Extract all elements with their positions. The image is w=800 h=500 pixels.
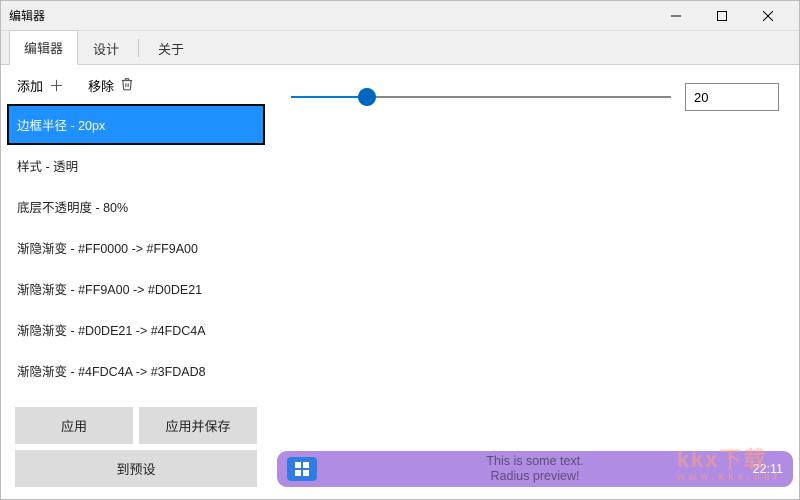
preview-clock: 22:11 xyxy=(753,462,783,476)
add-button[interactable]: 添加 ＋ xyxy=(17,75,64,96)
main-panel: 20 This is some text. Radius preview! 22… xyxy=(271,65,799,499)
list-item[interactable]: 渐隐渐变 - #3FDAD8 -> #2FC9E2 xyxy=(7,391,265,401)
property-list[interactable]: 边框半径 - 20px 样式 - 透明 底层不透明度 - 80% 渐隐渐变 - … xyxy=(7,104,265,401)
window-controls xyxy=(653,1,791,31)
preview-line2: Radius preview! xyxy=(277,469,793,484)
tabbar: 编辑器 设计 关于 xyxy=(1,31,799,65)
tab-separator xyxy=(138,39,139,57)
start-icon xyxy=(287,457,317,481)
trash-icon xyxy=(120,77,134,95)
list-item[interactable]: 样式 - 透明 xyxy=(7,145,265,186)
radius-value: 20 xyxy=(694,90,708,105)
content-area: 添加 ＋ 移除 边框半径 - 20px 样式 - 透明 底层不透明度 - 80%… xyxy=(1,64,799,499)
remove-button[interactable]: 移除 xyxy=(88,76,134,95)
titlebar: 编辑器 xyxy=(1,1,799,31)
list-item[interactable]: 渐隐渐变 - #FF0000 -> #FF9A00 xyxy=(7,227,265,268)
tab-label: 设计 xyxy=(93,42,119,57)
tab-about[interactable]: 关于 xyxy=(143,31,199,65)
apply-save-button[interactable]: 应用并保存 xyxy=(139,407,257,444)
tab-editor[interactable]: 编辑器 xyxy=(9,30,78,65)
sidebar-buttons: 应用 应用并保存 到预设 xyxy=(7,401,265,487)
list-item[interactable]: 渐隐渐变 - #D0DE21 -> #4FDC4A xyxy=(7,309,265,350)
apply-button[interactable]: 应用 xyxy=(15,407,133,444)
radius-input[interactable]: 20 xyxy=(685,83,779,111)
app-window: 编辑器 编辑器 设计 关于 添加 ＋ 移 xyxy=(0,0,800,500)
remove-label: 移除 xyxy=(88,76,114,95)
minimize-button[interactable] xyxy=(653,1,699,31)
list-item[interactable]: 渐隐渐变 - #FF9A00 -> #D0DE21 xyxy=(7,268,265,309)
to-preset-button[interactable]: 到预设 xyxy=(15,450,257,487)
tab-label: 关于 xyxy=(158,42,184,57)
radius-control-row: 20 xyxy=(271,65,799,129)
list-item[interactable]: 边框半径 - 20px xyxy=(7,104,265,145)
maximize-button[interactable] xyxy=(699,1,745,31)
slider-fill xyxy=(291,96,367,98)
add-label: 添加 xyxy=(17,76,43,95)
taskbar-preview: This is some text. Radius preview! 22:11 xyxy=(277,451,793,487)
sidebar: 添加 ＋ 移除 边框半径 - 20px 样式 - 透明 底层不透明度 - 80%… xyxy=(1,65,271,499)
tab-label: 编辑器 xyxy=(24,41,63,56)
close-button[interactable] xyxy=(745,1,791,31)
slider-thumb[interactable] xyxy=(358,88,376,106)
sidebar-tools: 添加 ＋ 移除 xyxy=(7,71,265,104)
plus-icon: ＋ xyxy=(49,75,64,96)
preview-text: This is some text. Radius preview! xyxy=(277,454,793,484)
list-item[interactable]: 渐隐渐变 - #4FDC4A -> #3FDAD8 xyxy=(7,350,265,391)
preview-line1: This is some text. xyxy=(277,454,793,469)
radius-slider[interactable] xyxy=(291,88,671,106)
tab-design[interactable]: 设计 xyxy=(78,31,134,65)
window-title: 编辑器 xyxy=(9,7,653,24)
list-item[interactable]: 底层不透明度 - 80% xyxy=(7,186,265,227)
